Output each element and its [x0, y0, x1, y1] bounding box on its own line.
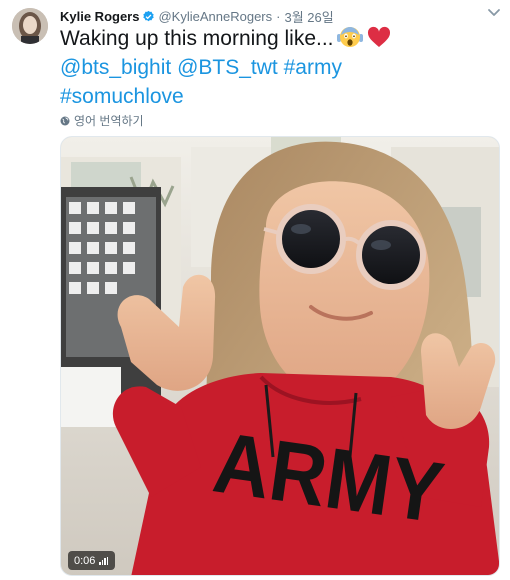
chevron-down-icon[interactable] [486, 6, 502, 20]
tweet-text-line-2: @bts_bighit @BTS_twt #army [60, 53, 500, 82]
verified-badge-icon [143, 10, 155, 21]
tweet-timestamp[interactable]: 3월 26일 [284, 7, 333, 26]
volume-icon [99, 556, 109, 565]
tweet-text-plain: Waking up this morning like... [60, 27, 334, 50]
red-heart-emoji-icon [367, 26, 390, 47]
mention-link[interactable]: @bts_bighit [60, 56, 171, 79]
avatar[interactable] [12, 8, 48, 44]
video-frame: ARMY [61, 137, 499, 575]
translate-label: 영어 번역하기 [74, 114, 144, 128]
tweet-text-line-3: #somuchlove [60, 82, 500, 111]
mention-link[interactable]: @BTS_twt [177, 56, 278, 79]
display-name[interactable]: Kylie Rogers [60, 9, 139, 24]
video-duration: 0:06 [74, 554, 96, 567]
tweet-card: Kylie Rogers @KylieAnneRogers · 3월 26일 W… [0, 0, 510, 580]
separator-dot: · [276, 8, 281, 24]
video-player[interactable]: ARMY [60, 136, 500, 576]
tweet-text-line-1: Waking up this morning like... [60, 24, 500, 53]
globe-icon [60, 116, 70, 125]
translate-tweet-link[interactable]: 영어 번역하기 [60, 112, 144, 129]
user-handle[interactable]: @KylieAnneRogers [158, 9, 272, 24]
tweet-header: Kylie Rogers @KylieAnneRogers · 3월 26일 [60, 7, 334, 25]
hashtag-link[interactable]: #army [284, 56, 342, 79]
hashtag-link[interactable]: #somuchlove [60, 85, 184, 108]
video-duration-badge: 0:06 [68, 551, 116, 570]
tweet-text: Waking up this morning like... @bts_bigh… [60, 24, 500, 111]
face-screaming-emoji-icon [336, 27, 363, 47]
